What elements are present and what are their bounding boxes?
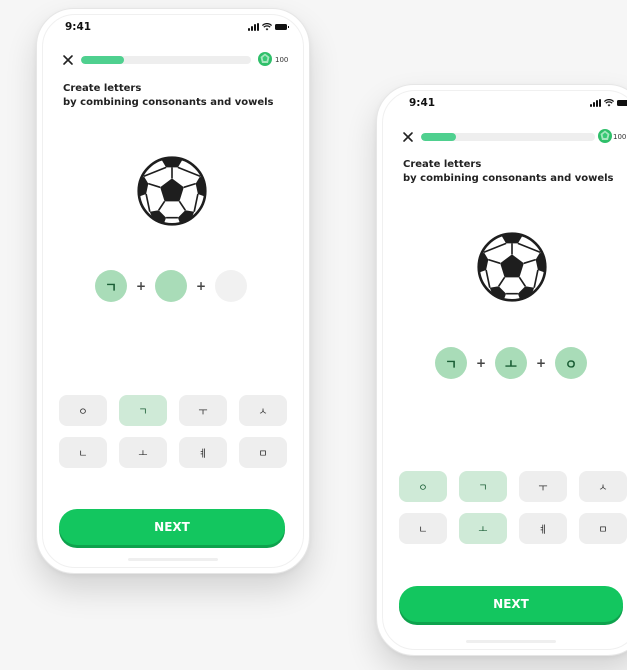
letter-key[interactable]: ㅗ [119, 437, 167, 468]
score-count: 100 [613, 133, 627, 141]
status-time: 9:41 [65, 21, 92, 33]
letter-key[interactable]: ㄴ [399, 513, 447, 544]
soccer-ball-icon [137, 156, 207, 226]
home-indicator [128, 558, 218, 561]
slot-consonant[interactable]: ㄱ [95, 270, 127, 302]
letter-key[interactable]: ㅜ [179, 395, 227, 426]
battery-icon [617, 100, 627, 106]
plus-sign: + [195, 279, 207, 293]
letter-key[interactable]: ㅇ [59, 395, 107, 426]
phone-mockup-right: 9:41 100 Create letters by combining con… [376, 84, 627, 656]
letter-key[interactable]: ㅁ [579, 513, 627, 544]
lesson-screen: 9:41 100 Create letters by combining con… [377, 85, 627, 655]
slot-glyph: ㅇ [565, 357, 577, 373]
score-count: 100 [275, 56, 289, 64]
letter-key[interactable]: ㅇ [399, 471, 447, 502]
next-button[interactable]: NEXT [399, 586, 623, 622]
plus-sign: + [535, 356, 547, 370]
progress-bar [81, 56, 251, 64]
status-bar: 9:41 [37, 21, 309, 37]
close-icon[interactable] [401, 130, 415, 144]
wifi-icon [262, 23, 272, 31]
slot-vowel[interactable] [155, 270, 187, 302]
plus-sign: + [475, 356, 487, 370]
instruction-text: Create letters by combining consonants a… [403, 158, 614, 186]
slot-vowel[interactable]: ㅗ [495, 347, 527, 379]
letter-combination: ㄱ + ㅗ + ㅇ [435, 347, 587, 379]
lesson-top-bar: 100 [401, 129, 627, 144]
instruction-line-2: by combining consonants and vowels [63, 97, 274, 108]
status-icons [248, 23, 289, 31]
letter-key[interactable]: ㅜ [519, 471, 567, 502]
letter-key[interactable]: ㅖ [179, 437, 227, 468]
battery-icon [275, 24, 289, 30]
wifi-icon [604, 99, 614, 107]
status-bar: 9:41 [377, 97, 627, 113]
letter-keyboard: ㅇㄱㅜㅅㄴㅗㅖㅁ [59, 395, 287, 468]
instruction-line-1: Create letters [63, 83, 142, 94]
soccer-ball-icon [477, 232, 547, 302]
letter-key[interactable]: ㅅ [579, 471, 627, 502]
instruction-line-1: Create letters [403, 159, 482, 170]
letter-key[interactable]: ㄱ [119, 395, 167, 426]
slot-consonant[interactable]: ㄱ [435, 347, 467, 379]
status-icons [590, 99, 627, 107]
slot-final-consonant[interactable] [215, 270, 247, 302]
letter-key[interactable]: ㄴ [59, 437, 107, 468]
phone-mockup-left: 9:41 100 Create letters by combining con… [36, 8, 310, 574]
next-button[interactable]: NEXT [59, 509, 285, 545]
progress-bar [421, 133, 595, 141]
slot-glyph: ㄱ [105, 280, 117, 296]
slot-glyph: ㅗ [505, 357, 517, 373]
slot-final-consonant[interactable]: ㅇ [555, 347, 587, 379]
letter-combination: ㄱ + + [95, 270, 247, 302]
home-indicator [466, 640, 556, 643]
plus-sign: + [135, 279, 147, 293]
gem-icon [258, 52, 272, 66]
letter-keyboard: ㅇㄱㅜㅅㄴㅗㅖㅁ [399, 471, 627, 544]
letter-key[interactable]: ㅅ [239, 395, 287, 426]
letter-key[interactable]: ㅖ [519, 513, 567, 544]
instruction-line-2: by combining consonants and vowels [403, 173, 614, 184]
slot-glyph: ㄱ [445, 357, 457, 373]
signal-icon [590, 99, 601, 107]
progress-fill [81, 56, 124, 64]
close-icon[interactable] [61, 53, 75, 67]
letter-key[interactable]: ㅗ [459, 513, 507, 544]
letter-key[interactable]: ㄱ [459, 471, 507, 502]
instruction-text: Create letters by combining consonants a… [63, 82, 274, 110]
gem-icon [598, 129, 612, 143]
signal-icon [248, 23, 259, 31]
lesson-top-bar: 100 [61, 52, 291, 67]
letter-key[interactable]: ㅁ [239, 437, 287, 468]
progress-fill [421, 133, 456, 141]
lesson-screen: 9:41 100 Create letters by combining con… [37, 9, 309, 573]
status-time: 9:41 [409, 97, 436, 109]
